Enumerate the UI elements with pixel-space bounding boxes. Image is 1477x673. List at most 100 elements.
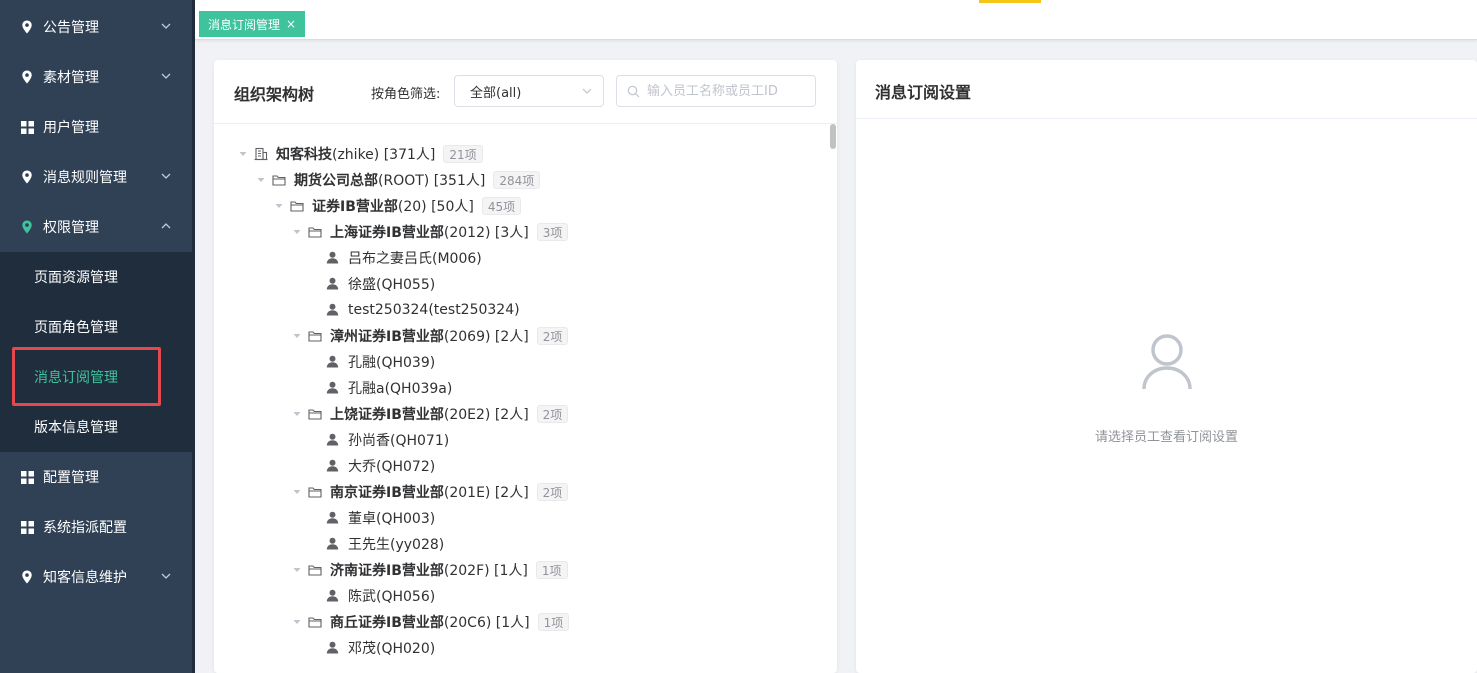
submenu-item-page-roles[interactable]: 页面角色管理: [0, 302, 192, 352]
employee-search[interactable]: [616, 75, 816, 107]
user-icon: [326, 303, 340, 317]
caret-down-icon[interactable]: [292, 617, 302, 627]
menu-item-message-rules[interactable]: 消息规则管理: [0, 152, 192, 202]
chevron-down-icon: [161, 73, 171, 79]
menu-label: 消息规则管理: [43, 170, 127, 186]
tab-message-subscription[interactable]: 消息订阅管理 ×: [199, 11, 306, 37]
employee-label: 吕布之妻吕氏(M006): [348, 251, 482, 267]
department-name: 期货公司总部: [294, 173, 378, 189]
tree-node-employee[interactable]: 董卓(QH003): [326, 505, 435, 531]
caret-down-icon[interactable]: [274, 201, 284, 211]
submenu-item-page-resources[interactable]: 页面资源管理: [0, 252, 192, 302]
location-pin-icon: [20, 570, 34, 584]
tree-node-department[interactable]: 南京证券IB营业部 (201E) [2人] 2项: [292, 479, 569, 505]
user-icon: [326, 433, 340, 447]
department-name: 漳州证券IB营业部: [330, 329, 444, 345]
highlight-box: [12, 347, 161, 406]
tree-node-employee[interactable]: 大乔(QH072): [326, 453, 435, 479]
role-filter-label: 按角色筛选:: [371, 87, 441, 102]
grid-icon: [20, 520, 34, 534]
employee-label: test250324(test250324): [348, 302, 520, 318]
employee-search-input[interactable]: [647, 76, 812, 106]
search-icon: [627, 85, 640, 98]
tags-bar: 消息订阅管理 ×: [195, 0, 1477, 40]
caret-down-icon[interactable]: [292, 565, 302, 575]
caret-down-icon[interactable]: [292, 409, 302, 419]
chevron-up-icon: [161, 223, 171, 229]
item-count-badge: 45项: [481, 197, 522, 215]
tree-node-department[interactable]: 商丘证券IB营业部 (20C6) [1人] 1项: [292, 609, 570, 635]
menu-item-customer-info[interactable]: 知客信息维护: [0, 552, 192, 602]
menu-item-system-assignment[interactable]: 系统指派配置: [0, 502, 192, 552]
department-name: 济南证券IB营业部: [330, 563, 444, 579]
folder-icon: [308, 329, 322, 343]
user-icon: [326, 641, 340, 655]
employee-label: 孙尚香(QH071): [348, 433, 450, 449]
caret-down-icon[interactable]: [256, 175, 266, 185]
tree-node-department[interactable]: 证券IB营业部 (20) [50人] 45项: [274, 193, 522, 219]
item-count-badge: 3项: [536, 223, 569, 241]
subscription-settings-header: 消息订阅设置: [856, 60, 1477, 119]
department-name: 知客科技: [276, 147, 332, 163]
sidebar: 公告管理 素材管理 用户管理 消息规则管理 权限管理 页面资源管理 页面角色管理…: [0, 0, 192, 673]
tree-node-department[interactable]: 漳州证券IB营业部 (2069) [2人] 2项: [292, 323, 569, 349]
folder-icon: [290, 199, 304, 213]
menu-label: 系统指派配置: [43, 520, 127, 536]
submenu-label: 页面角色管理: [34, 320, 118, 336]
department-name: 上饶证券IB营业部: [330, 407, 444, 423]
submenu-label: 页面资源管理: [34, 270, 118, 286]
department-count: (2069) [2人]: [443, 329, 529, 345]
org-tree-panel: 组织架构树 按角色筛选: 全部(all) 知客科技(zhike) [371人] 2…: [214, 60, 837, 673]
org-tree-header: 组织架构树 按角色筛选: 全部(all): [214, 60, 837, 124]
close-icon[interactable]: ×: [286, 17, 296, 31]
tree-node-company[interactable]: 知客科技 (zhike) [371人] 21项: [238, 141, 483, 167]
menu-label: 公告管理: [43, 20, 99, 36]
chevron-down-icon: [582, 88, 592, 94]
subscription-settings-title: 消息订阅设置: [875, 83, 972, 102]
tree-node-employee[interactable]: 孔融a(QH039a): [326, 375, 452, 401]
menu-item-users[interactable]: 用户管理: [0, 102, 192, 152]
menu-item-permissions[interactable]: 权限管理: [0, 202, 192, 252]
menu-label: 用户管理: [43, 120, 99, 136]
item-count-badge: 284项: [493, 171, 541, 189]
department-name: 商丘证券IB营业部: [330, 615, 444, 631]
caret-down-icon[interactable]: [292, 331, 302, 341]
department-count: (201E) [2人]: [443, 485, 529, 501]
tree-node-department[interactable]: 上海证券IB营业部 (2012) [3人] 3项: [292, 219, 569, 245]
employee-label: 大乔(QH072): [348, 459, 436, 475]
org-tree: 知客科技 (zhike) [371人] 21项 期货公司总部 (ROOT) [351人]…: [214, 124, 837, 673]
tree-node-employee[interactable]: test250324(test250324): [326, 297, 520, 323]
employee-label: 徐盛(QH055): [348, 277, 436, 293]
tree-node-employee[interactable]: 吕布之妻吕氏(M006): [326, 245, 482, 271]
tree-node-employee[interactable]: 王先生(yy028): [326, 531, 444, 557]
folder-icon: [308, 225, 322, 239]
user-icon: [326, 381, 340, 395]
chevron-down-icon: [161, 173, 171, 179]
menu-label: 知客信息维护: [43, 570, 127, 586]
menu-item-announcements[interactable]: 公告管理: [0, 2, 192, 52]
location-pin-icon: [20, 170, 34, 184]
tree-node-employee[interactable]: 孔融(QH039): [326, 349, 435, 375]
caret-down-icon[interactable]: [238, 149, 248, 159]
role-filter-value: 全部(all): [470, 85, 522, 101]
scrollbar[interactable]: [830, 124, 836, 149]
user-icon: [326, 459, 340, 473]
tree-node-employee[interactable]: 孙尚香(QH071): [326, 427, 449, 453]
employee-label: 孔融(QH039): [348, 355, 436, 371]
department-count: (20E2) [2人]: [443, 407, 529, 423]
role-filter-select[interactable]: 全部(all): [454, 75, 604, 107]
menu-item-materials[interactable]: 素材管理: [0, 52, 192, 102]
submenu-item-version-info[interactable]: 版本信息管理: [0, 402, 192, 452]
caret-down-icon[interactable]: [292, 487, 302, 497]
caret-down-icon[interactable]: [292, 227, 302, 237]
tree-node-department[interactable]: 上饶证券IB营业部 (20E2) [2人] 2项: [292, 401, 569, 427]
menu-item-config[interactable]: 配置管理: [0, 452, 192, 502]
tree-node-employee[interactable]: 邓茂(QH020): [326, 635, 435, 661]
user-icon: [326, 355, 340, 369]
tab-label: 消息订阅管理: [208, 17, 281, 32]
tree-node-employee[interactable]: 陈武(QH056): [326, 583, 435, 609]
folder-icon: [272, 173, 286, 187]
tree-node-department[interactable]: 济南证券IB营业部 (202F) [1人] 1项: [292, 557, 568, 583]
tree-node-department[interactable]: 期货公司总部 (ROOT) [351人] 284项: [256, 167, 541, 193]
tree-node-employee[interactable]: 徐盛(QH055): [326, 271, 435, 297]
